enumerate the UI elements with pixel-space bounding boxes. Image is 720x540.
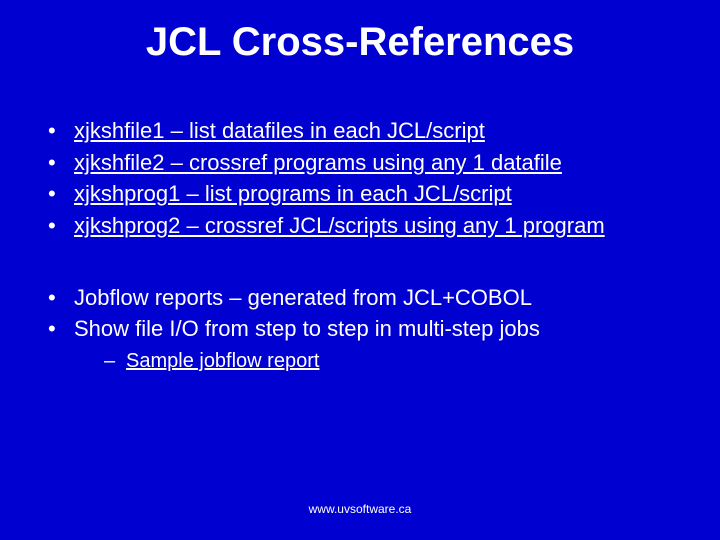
footer-url: www.uvsoftware.ca — [0, 502, 720, 516]
slide-body: xjkshfile1 – list datafiles in each JCL/… — [44, 116, 690, 377]
xjkshfile2-link[interactable]: xjkshfile2 – crossref programs using any… — [74, 150, 562, 175]
xjkshfile1-link[interactable]: xjkshfile1 – list datafiles in each JCL/… — [74, 118, 485, 143]
bullet-item: xjkshfile1 – list datafiles in each JCL/… — [44, 116, 690, 146]
bullet-item: xjkshprog1 – list programs in each JCL/s… — [44, 179, 690, 209]
xjkshprog2-link[interactable]: xjkshprog2 – crossref JCL/scripts using … — [74, 213, 605, 238]
sub-list: Sample jobflow report — [104, 348, 690, 375]
slide-title: JCL Cross-References — [0, 20, 720, 65]
bullet-list: xjkshfile1 – list datafiles in each JCL/… — [44, 116, 690, 375]
sample-jobflow-link[interactable]: Sample jobflow report — [126, 350, 319, 372]
bullet-text: Jobflow reports – generated from JCL+COB… — [74, 285, 532, 310]
bullet-item: Jobflow reports – generated from JCL+COB… — [44, 283, 690, 313]
bullet-text: Show file I/O from step to step in multi… — [74, 316, 540, 341]
sub-item: Sample jobflow report — [104, 348, 690, 375]
bullet-item: xjkshprog2 – crossref JCL/scripts using … — [44, 211, 690, 241]
slide: JCL Cross-References xjkshfile1 – list d… — [0, 0, 720, 540]
xjkshprog1-link[interactable]: xjkshprog1 – list programs in each JCL/s… — [74, 181, 512, 206]
bullet-item: Show file I/O from step to step in multi… — [44, 314, 690, 375]
bullet-item: xjkshfile2 – crossref programs using any… — [44, 148, 690, 178]
